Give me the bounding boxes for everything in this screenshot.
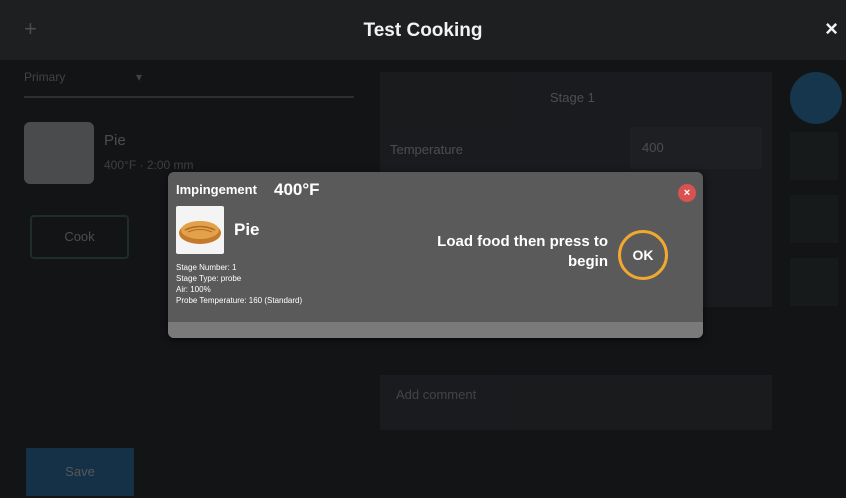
stage-title: Stage 1: [550, 90, 595, 105]
top-bar: + Test Cooking ×: [0, 0, 846, 60]
dropdown-value: Primary: [24, 70, 66, 84]
dialog-footer: [168, 322, 703, 338]
recipe-name: Pie: [234, 220, 260, 239]
load-food-dialog: Impingement 400°F × Pie Stage Number: 1 …: [168, 172, 703, 338]
close-icon[interactable]: ×: [825, 16, 838, 42]
probe-temperature: Probe Temperature: 160 (Standard): [176, 296, 303, 305]
mode-dropdown[interactable]: Primary ▾: [24, 70, 354, 98]
close-dialog-icon[interactable]: ×: [678, 184, 696, 202]
stage-details: Stage Number: 1 Stage Type: probe Air: 1…: [176, 262, 302, 306]
recipe-thumbnail[interactable]: [24, 122, 94, 184]
cook-mode-label: Impingement: [176, 182, 257, 197]
temperature-label: Temperature: [390, 142, 463, 157]
comment-field[interactable]: Add comment: [380, 375, 772, 430]
stage-type: Stage Type: probe: [176, 274, 242, 283]
chart-button[interactable]: [790, 132, 838, 180]
page-title: Test Cooking: [363, 20, 483, 41]
temperature-input[interactable]: 400: [630, 127, 762, 169]
air-level: Air: 100%: [176, 285, 211, 294]
ok-button[interactable]: OK: [618, 230, 668, 280]
add-stage-button[interactable]: [790, 72, 842, 124]
load-food-message: Load food then press to begin: [437, 233, 608, 270]
recipe-name: Pie: [104, 132, 126, 149]
cook-temperature: 400°F: [274, 180, 320, 199]
move-down-button[interactable]: [790, 258, 838, 306]
save-button[interactable]: Save: [26, 448, 134, 496]
recipe-meta: 400°F · 2:00 mm: [104, 158, 194, 172]
cook-button[interactable]: Cook: [30, 215, 129, 259]
pie-thumbnail: [176, 206, 224, 254]
move-up-button[interactable]: [790, 195, 838, 243]
stage-number: Stage Number: 1: [176, 263, 237, 272]
chevron-down-icon: ▾: [136, 70, 143, 84]
